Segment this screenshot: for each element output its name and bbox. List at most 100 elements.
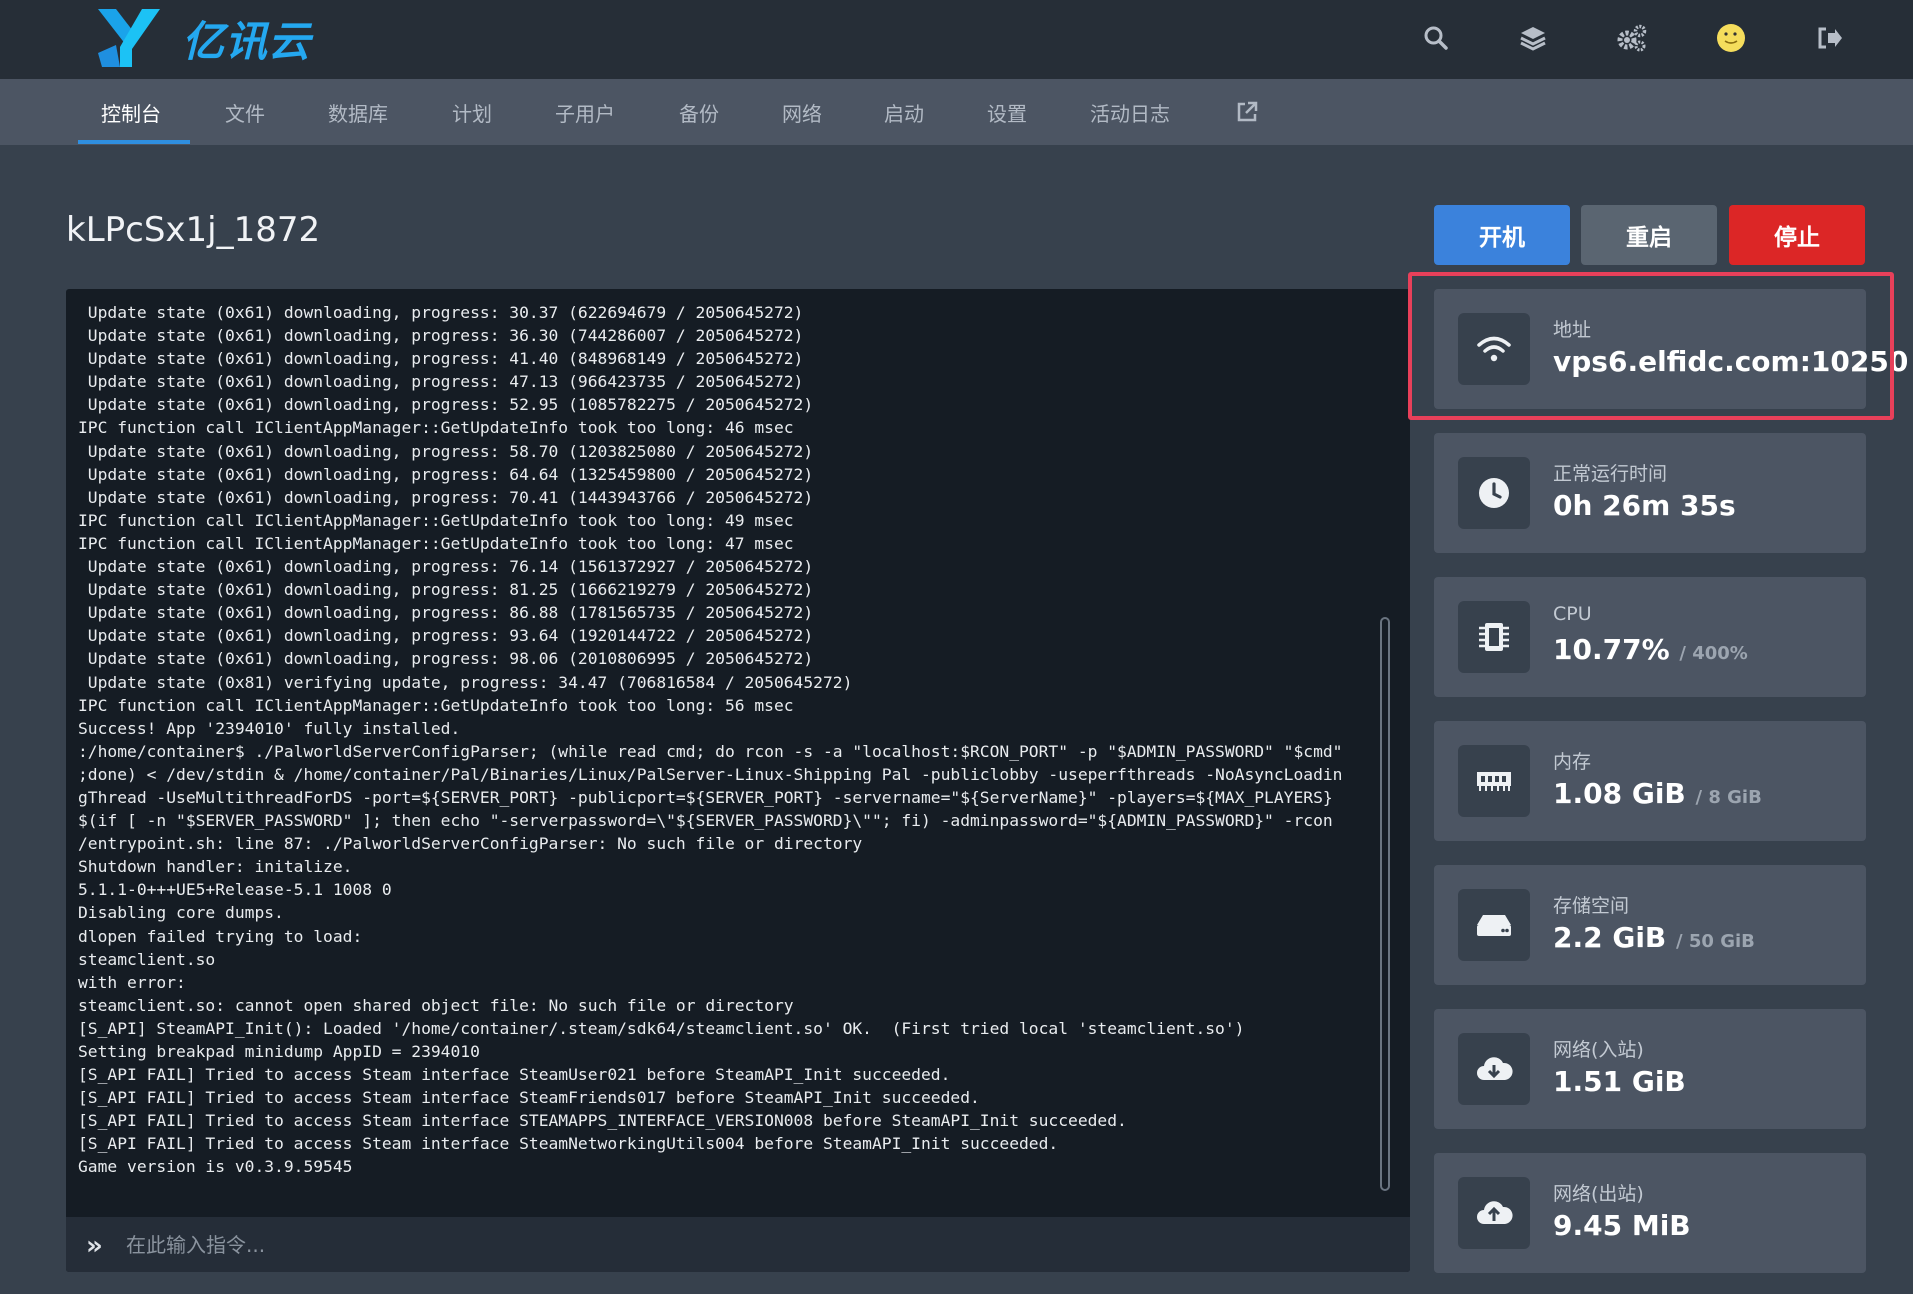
brand-name: 亿讯云 (182, 16, 312, 66)
console-line: Success! App '2394010' fully installed. (78, 718, 461, 738)
stat-card-network-in: 网络(入站) 1.51 GiB (1434, 1009, 1866, 1129)
logo-mark-icon (98, 9, 160, 67)
console-line: $(if [ -n "$SERVER_PASSWORD" ]; then ech… (78, 811, 1333, 831)
console-line: Update state (0x61) downloading, progres… (78, 580, 814, 600)
cpu-usage: 10.77% (1553, 633, 1670, 666)
console-line: IPC function call IClientAppManager::Get… (78, 533, 794, 553)
cloud-download-icon (1458, 1033, 1530, 1105)
console-line: Update state (0x61) downloading, progres… (78, 649, 814, 669)
memory-value: 1.08 GiB / 8 GiB (1553, 777, 1762, 810)
layers-icon[interactable] (1511, 16, 1555, 60)
brand-logo[interactable]: 亿讯云 (96, 4, 311, 72)
console-line: [S_API FAIL] Tried to access Steam inter… (78, 1065, 951, 1085)
console-line: gThread -UseMultithreadForDS -port=${SER… (78, 787, 1333, 807)
tab-users[interactable]: 子用户 (555, 79, 615, 145)
restart-button[interactable]: 重启 (1581, 205, 1717, 265)
cloud-upload-icon (1458, 1177, 1530, 1249)
command-input[interactable] (126, 1227, 1386, 1263)
memory-usage: 1.08 GiB (1553, 777, 1686, 810)
search-icon[interactable] (1414, 16, 1458, 60)
disk-limit: / 50 GiB (1676, 931, 1755, 952)
stat-label: 存储空间 (1553, 895, 1630, 917)
console-line: Game version is v0.3.9.59545 (78, 1157, 353, 1177)
console-line: Update state (0x61) downloading, progres… (78, 372, 804, 392)
stat-card-uptime: 正常运行时间 0h 26m 35s (1434, 433, 1866, 553)
console-line: Update state (0x61) downloading, progres… (78, 626, 814, 646)
server-nav: 控制台 文件 数据库 计划 子用户 备份 网络 启动 设置 活动日志 (0, 79, 1913, 145)
cpu-limit: / 400% (1679, 643, 1748, 664)
tab-network[interactable]: 网络 (782, 79, 822, 145)
console-line: Setting breakpad minidump AppID = 239401… (78, 1042, 480, 1061)
console-panel: Update state (0x61) downloading, progres… (66, 289, 1410, 1272)
avatar[interactable] (1709, 16, 1753, 60)
tab-backups[interactable]: 备份 (679, 79, 719, 145)
tab-files[interactable]: 文件 (225, 79, 265, 145)
console-line: IPC function call IClientAppManager::Get… (78, 695, 794, 715)
stat-card-memory: 内存 1.08 GiB / 8 GiB (1434, 721, 1866, 841)
sign-out-icon[interactable] (1807, 16, 1851, 60)
console-line: Update state (0x81) verifying update, pr… (78, 672, 853, 692)
console-line: Shutdown handler: initalize. (78, 857, 353, 877)
network-in-value: 1.51 GiB (1553, 1065, 1686, 1098)
console-line: Update state (0x61) downloading, progres… (78, 464, 814, 484)
tab-console[interactable]: 控制台 (101, 79, 161, 145)
console-line: ;done) < /dev/stdin & /home/container/Pa… (78, 764, 1343, 784)
console-line: Update state (0x61) downloading, progres… (78, 395, 814, 415)
hdd-icon (1458, 889, 1530, 961)
tab-settings[interactable]: 设置 (987, 79, 1027, 145)
microchip-icon (1458, 601, 1530, 673)
stat-label: 网络(出站) (1553, 1183, 1644, 1205)
console-line: :/home/container$ ./PalworldServerConfig… (78, 741, 1343, 761)
tab-schedules[interactable]: 计划 (452, 79, 492, 145)
console-line: [S_API] SteamAPI_Init(): Loaded '/home/c… (78, 1018, 1245, 1038)
server-name: kLPcSx1j_1872 (66, 210, 321, 250)
active-tab-indicator (78, 140, 190, 144)
cpu-value: 10.77% / 400% (1553, 633, 1748, 666)
console-line: [S_API FAIL] Tried to access Steam inter… (78, 1088, 980, 1108)
external-link-icon[interactable] (1236, 79, 1258, 145)
disk-value: 2.2 GiB / 50 GiB (1553, 921, 1755, 954)
stat-label: CPU (1553, 603, 1592, 625)
console-line: Update state (0x61) downloading, progres… (78, 441, 814, 461)
stat-card-disk: 存储空间 2.2 GiB / 50 GiB (1434, 865, 1866, 985)
stat-card-cpu: CPU 10.77% / 400% (1434, 577, 1866, 697)
console-line: Update state (0x61) downloading, progres… (78, 349, 804, 369)
start-button[interactable]: 开机 (1434, 205, 1570, 265)
stat-label: 正常运行时间 (1553, 463, 1668, 485)
console-scrollbar[interactable] (1380, 617, 1390, 1191)
network-out-value: 9.45 MiB (1553, 1209, 1691, 1242)
console-line: IPC function call IClientAppManager::Get… (78, 510, 794, 530)
console-line: [S_API FAIL] Tried to access Steam inter… (78, 1111, 1127, 1131)
console-line: Update state (0x61) downloading, progres… (78, 303, 804, 322)
uptime-value: 0h 26m 35s (1553, 489, 1736, 522)
memory-icon (1458, 745, 1530, 817)
clock-icon (1458, 457, 1530, 529)
console-line: Update state (0x61) downloading, progres… (78, 326, 804, 346)
disk-usage: 2.2 GiB (1553, 921, 1667, 954)
stat-label: 内存 (1553, 751, 1592, 773)
console-line: 5.1.1-0+++UE5+Release-5.1 1008 0 (78, 880, 392, 900)
tab-startup[interactable]: 启动 (884, 79, 924, 145)
memory-limit: / 8 GiB (1695, 787, 1762, 808)
console-output[interactable]: Update state (0x61) downloading, progres… (78, 301, 1388, 1201)
tab-databases[interactable]: 数据库 (328, 79, 388, 145)
cogs-icon[interactable] (1609, 16, 1653, 60)
console-line: Update state (0x61) downloading, progres… (78, 557, 814, 577)
address-highlight-box (1408, 272, 1894, 420)
console-line: [S_API FAIL] Tried to access Steam inter… (78, 1134, 1059, 1154)
tab-activity[interactable]: 活动日志 (1090, 79, 1170, 145)
top-bar: 亿讯云 (0, 0, 1913, 79)
chevron-double-right-icon: » (86, 1231, 103, 1261)
console-line: with error: (78, 972, 186, 992)
console-line: Update state (0x61) downloading, progres… (78, 487, 814, 507)
console-line: steamclient.so: cannot open shared objec… (78, 995, 794, 1015)
console-line: Update state (0x61) downloading, progres… (78, 603, 814, 623)
console-line: dlopen failed trying to load: (78, 926, 363, 946)
stat-label: 网络(入站) (1553, 1039, 1644, 1061)
console-line: Disabling core dumps. (78, 903, 284, 923)
stat-card-network-out: 网络(出站) 9.45 MiB (1434, 1153, 1866, 1273)
console-input-bar: » (66, 1217, 1410, 1272)
console-line: /entrypoint.sh: line 87: ./PalworldServe… (78, 834, 863, 854)
stop-button[interactable]: 停止 (1729, 205, 1865, 265)
console-line: IPC function call IClientAppManager::Get… (78, 418, 794, 438)
